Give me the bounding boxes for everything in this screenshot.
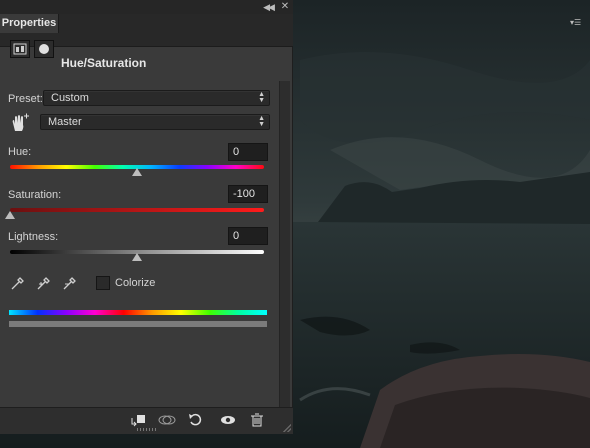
preset-value: Custom	[51, 92, 89, 104]
updown-arrows-icon: ▲ ▼	[258, 115, 265, 128]
panel-title-strip	[0, 0, 293, 15]
saturation-label: Saturation:	[8, 189, 62, 201]
trash-icon[interactable]	[247, 412, 267, 428]
layer-mask-icon[interactable]	[34, 40, 54, 58]
eyedropper-subtract-icon[interactable]	[62, 275, 78, 291]
updown-arrows-icon: ▲ ▼	[258, 91, 265, 104]
lightness-field[interactable]: 0	[228, 227, 268, 245]
saturation-slider-thumb[interactable]	[5, 211, 15, 219]
colorize-checkbox[interactable]	[96, 276, 110, 290]
hue-field[interactable]: 0	[228, 143, 268, 161]
properties-panel	[0, 14, 293, 434]
hue-label: Hue:	[8, 146, 32, 158]
panel-title: Hue/Saturation	[61, 56, 147, 70]
adjustment-layer-icon[interactable]	[10, 40, 30, 58]
channel-select[interactable]: Master ▲ ▼	[40, 114, 270, 130]
channel-value: Master	[48, 116, 82, 128]
panel-menu-icon[interactable]: ▾☰	[570, 17, 584, 29]
saturation-slider-track[interactable]	[10, 208, 264, 212]
eyedropper-add-icon[interactable]	[36, 275, 52, 291]
resize-grip[interactable]	[137, 428, 157, 431]
double-chevron-left-icon[interactable]: ◀◀	[262, 1, 275, 13]
spectrum-bar-input	[9, 310, 267, 315]
lightness-label: Lightness:	[8, 231, 59, 243]
close-icon[interactable]: ✕	[279, 1, 291, 13]
reset-icon[interactable]	[186, 412, 206, 428]
lightness-slider-thumb[interactable]	[132, 253, 142, 261]
colorize-label: Colorize	[115, 277, 156, 289]
tab-properties[interactable]: Properties	[0, 14, 59, 33]
preset-select[interactable]: Custom ▲ ▼	[43, 90, 270, 106]
spectrum-bar-output	[9, 321, 267, 327]
eyedropper-icon[interactable]	[10, 275, 26, 291]
panel-scrollbar[interactable]	[279, 81, 290, 407]
saturation-field[interactable]: -100	[228, 185, 268, 203]
preset-label: Preset:	[8, 93, 43, 105]
panel-resize-corner[interactable]	[283, 424, 291, 432]
view-previous-state-icon[interactable]	[157, 412, 177, 428]
eye-icon[interactable]	[218, 412, 238, 428]
clip-to-layer-icon[interactable]	[128, 412, 148, 428]
hue-slider-thumb[interactable]	[132, 168, 142, 176]
hand-adjust-icon[interactable]	[8, 113, 30, 133]
